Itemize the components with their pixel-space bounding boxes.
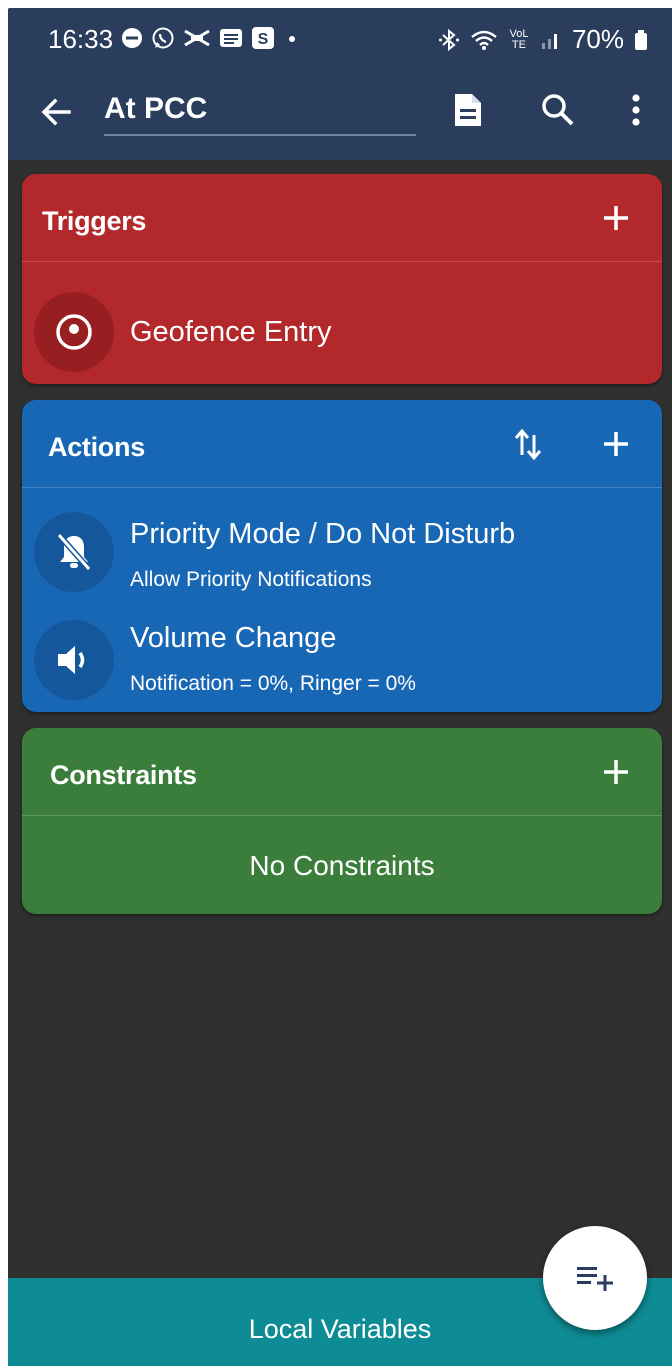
bell-off-icon [56,533,92,571]
signal-icon [541,33,557,49]
actions-title: Actions [48,432,145,462]
document-icon [455,94,481,126]
no-constraints-text: No Constraints [249,850,435,881]
dnd-status-icon [122,28,142,48]
playlist-add-icon [577,1267,613,1291]
action-subtitle: Allow Priority Notifications [130,568,372,591]
svg-text:S: S [258,31,269,48]
description-button[interactable] [446,88,490,132]
action-item-volume-change[interactable]: Volume Change Notification = 0%, Ringer … [22,608,662,708]
screen: 16:33 S VoLTE 70% At PCC Triggers Geofen… [8,8,672,1366]
trigger-item-geofence[interactable]: Geofence Entry [22,286,662,376]
battery-percent: 70% [571,24,624,54]
constraints-header: Constraints [22,728,662,816]
battery-icon [635,29,647,50]
bluetooth-icon [438,28,459,51]
search-button[interactable] [536,88,580,132]
search-icon [542,94,574,126]
arrow-back-icon [41,98,71,126]
actions-header: Actions [22,400,662,488]
actions-card: Actions Priority Mode / Do Not Disturb A… [22,400,662,712]
action-title: Priority Mode / Do Not Disturb [130,518,516,550]
more-options-button[interactable] [614,88,658,132]
whatsapp-icon [152,27,174,49]
action-title: Volume Change [130,622,337,654]
plus-icon [604,206,628,230]
more-vert-icon [632,94,640,126]
action-icon-circle [34,620,114,700]
volte-label: VoLTE [509,27,529,51]
macro-name-field[interactable]: At PCC [104,86,416,136]
add-trigger-button[interactable] [596,198,636,238]
action-subtitle: Notification = 0%, Ringer = 0% [130,672,416,695]
notification-icons: S [121,26,301,50]
app-bar: 16:33 S VoLTE 70% At PCC [8,8,672,160]
swap-vert-icon [514,428,542,461]
wifi-icon [471,30,497,50]
add-constraint-button[interactable] [596,752,636,792]
halifax-icon [184,29,210,47]
action-item-priority-mode[interactable]: Priority Mode / Do Not Disturb Allow Pri… [22,504,662,604]
back-button[interactable] [34,90,78,134]
triggers-header: Triggers [22,174,662,262]
dot-icon [289,36,295,42]
stack-icon [220,29,242,47]
constraints-card: Constraints No Constraints [22,728,662,914]
status-time: 16:33 [48,24,114,54]
macro-name-text: At PCC [104,92,208,125]
action-icon-circle [34,512,114,592]
app-s-icon: S [252,27,274,49]
triggers-card: Triggers Geofence Entry [22,174,662,384]
triggers-title: Triggers [42,206,147,236]
trigger-icon-circle [34,292,114,372]
trigger-title: Geofence Entry [130,316,332,348]
location-pin-icon [56,314,92,350]
reorder-actions-button[interactable] [508,424,548,464]
add-action-button[interactable] [596,424,636,464]
status-bar: 16:33 S VoLTE 70% [8,8,672,68]
constraints-title: Constraints [50,760,197,790]
add-to-list-fab[interactable] [543,1226,647,1330]
plus-icon [604,432,628,456]
speaker-icon [58,646,85,674]
plus-icon [604,760,628,784]
system-icons: VoLTE 70% [438,24,648,55]
